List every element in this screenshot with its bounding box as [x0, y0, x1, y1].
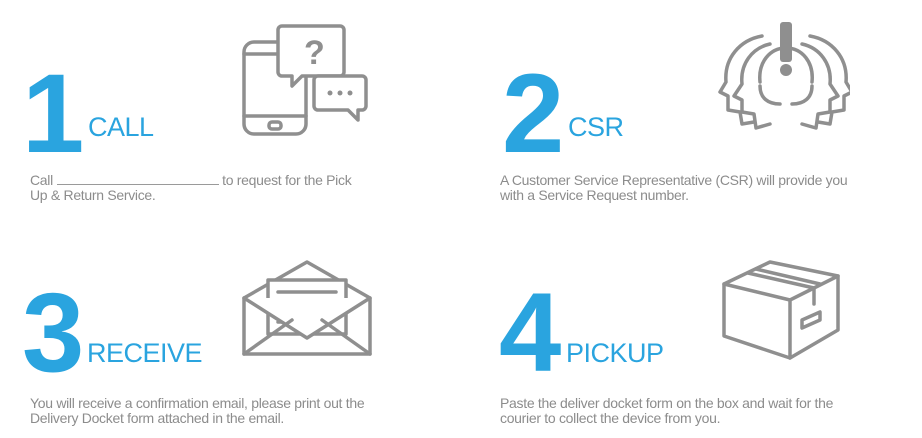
phone-number-blank: [56, 173, 219, 185]
desc-call: Call: [30, 172, 53, 188]
step-number: 2: [502, 51, 564, 176]
envelope-letter-icon: [240, 258, 374, 358]
step-number: 1: [22, 51, 84, 176]
desc-line1: You will receive a confirmation email, p…: [30, 395, 365, 411]
desc-line2: with a Service Request number.: [500, 187, 689, 203]
desc-line2: Up & Return Service.: [30, 187, 156, 203]
svg-text:?: ?: [304, 34, 325, 72]
desc-line1: A Customer Service Representative (CSR) …: [500, 172, 848, 188]
step-description: Paste the deliver docket form on the box…: [500, 396, 920, 426]
desc-line1: Paste the deliver docket form on the box…: [500, 395, 834, 411]
step-label: PICKUP: [566, 338, 664, 368]
step-label: RECEIVE: [87, 338, 203, 368]
phone-chat-icon: ?: [240, 20, 370, 138]
desc-line2: Delivery Docket form attached in the ema…: [30, 410, 284, 426]
desc-line2: courier to collect the device from you.: [500, 410, 721, 426]
box-icon: [720, 254, 842, 364]
step-label: CSR: [568, 112, 624, 142]
step-description: A Customer Service Representative (CSR) …: [500, 173, 920, 203]
step-number: 4: [499, 270, 561, 395]
step-number: 3: [22, 270, 84, 395]
desc-request: to request for the Pick: [222, 172, 352, 188]
step-description: Call to request for the Pick Up & Return…: [30, 173, 430, 203]
step-description: You will receive a confirmation email, p…: [30, 396, 470, 426]
headset-agent-icon: [718, 14, 850, 138]
step-label: CALL: [88, 112, 154, 142]
